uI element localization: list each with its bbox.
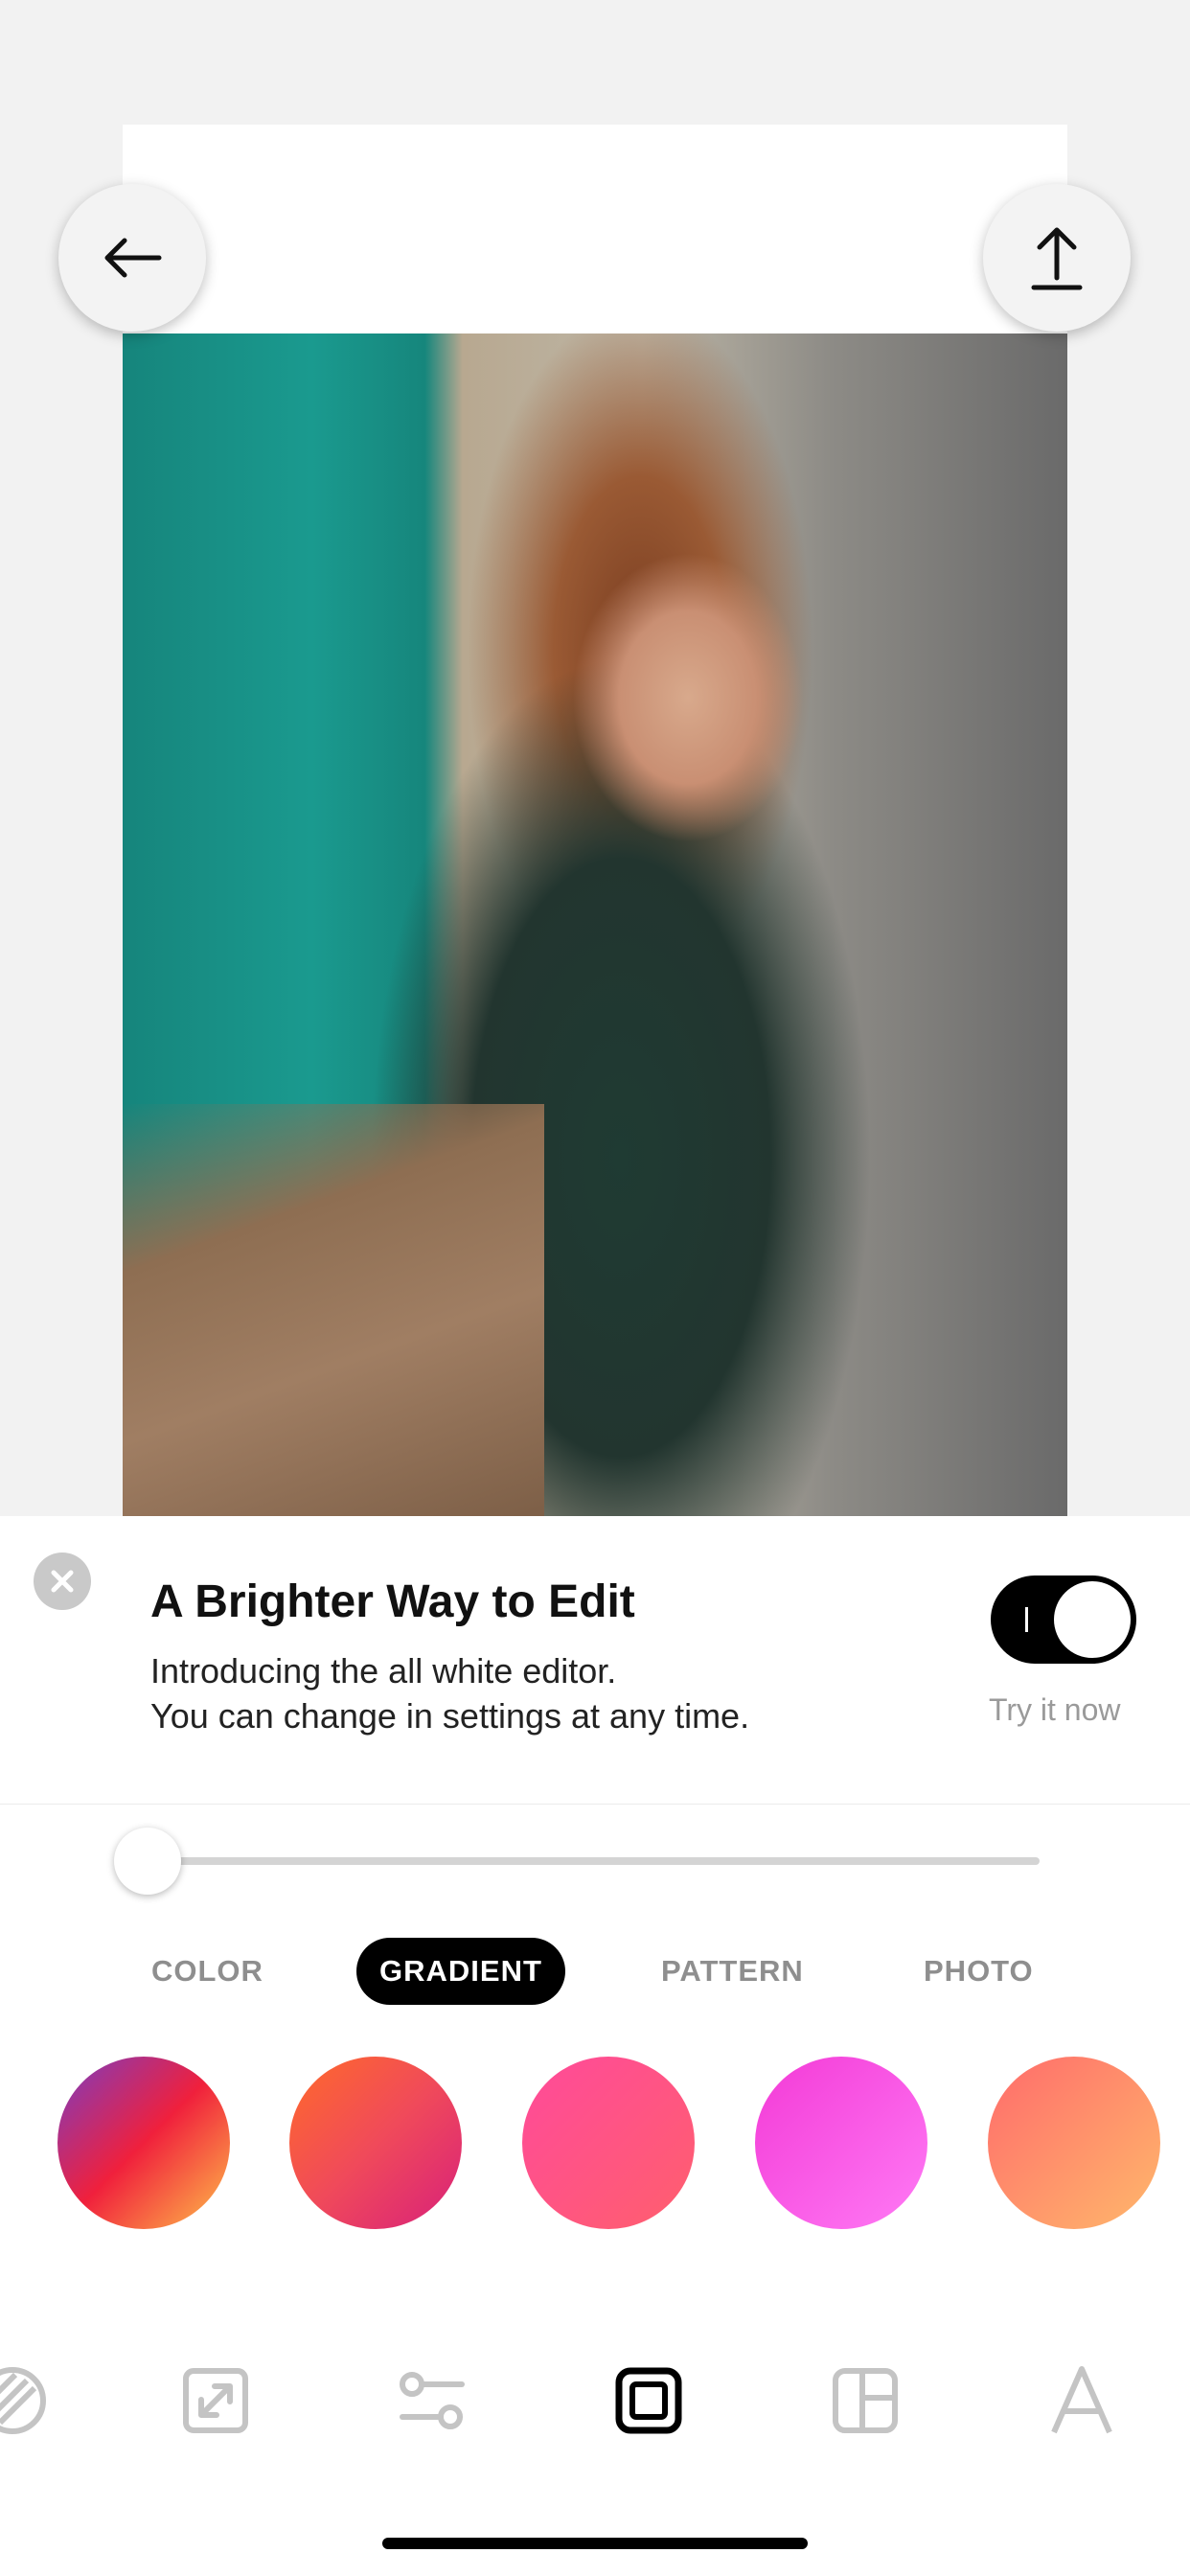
tool-layout[interactable] xyxy=(824,2359,906,2442)
tab-pattern[interactable]: PATTERN xyxy=(661,1938,804,2005)
tab-color[interactable]: COLOR xyxy=(151,1938,263,2005)
try-it-now-label: Try it now xyxy=(989,1692,1121,1727)
arrow-left-icon xyxy=(104,238,162,278)
close-banner-button[interactable] xyxy=(34,1552,91,1610)
banner-description: Introducing the all white editor. You ca… xyxy=(150,1648,749,1738)
home-indicator xyxy=(382,2538,808,2549)
photo-wall-detail xyxy=(123,1104,544,1516)
tool-adjust[interactable] xyxy=(391,2359,473,2442)
adjust-icon xyxy=(400,2372,465,2429)
photo-image[interactable] xyxy=(123,334,1067,1516)
gradient-swatch-3[interactable] xyxy=(522,2057,695,2229)
banner-line-1: Introducing the all white editor. xyxy=(150,1651,617,1690)
toggle-on-mark xyxy=(1025,1607,1028,1632)
toggle-knob xyxy=(1054,1581,1131,1658)
share-button[interactable] xyxy=(983,184,1131,332)
intro-banner: A Brighter Way to Edit Introducing the a… xyxy=(0,1516,1190,1805)
gradient-swatch-2[interactable] xyxy=(289,2057,462,2229)
gradient-swatch-5[interactable] xyxy=(988,2057,1160,2229)
white-editor-toggle[interactable] xyxy=(991,1576,1136,1664)
tool-resize[interactable] xyxy=(174,2359,257,2442)
canvas-area xyxy=(0,0,1190,1516)
tool-filter[interactable] xyxy=(0,2359,54,2442)
gradient-swatch-4[interactable] xyxy=(755,2057,927,2229)
text-icon xyxy=(1051,2366,1112,2434)
editor-panel: A Brighter Way to Edit Introducing the a… xyxy=(0,1516,1190,2576)
resize-icon xyxy=(183,2368,248,2433)
banner-line-2: You can change in settings at any time. xyxy=(150,1696,750,1736)
filter-icon xyxy=(0,2367,46,2434)
tab-gradient[interactable]: GRADIENT xyxy=(356,1938,565,2005)
intensity-slider-track[interactable] xyxy=(149,1857,1040,1865)
gradient-swatch-1[interactable] xyxy=(57,2057,230,2229)
tool-border[interactable] xyxy=(607,2359,690,2442)
tool-text[interactable] xyxy=(1041,2359,1123,2442)
layout-icon xyxy=(833,2368,898,2433)
tab-photo[interactable]: PHOTO xyxy=(924,1938,1034,2005)
intensity-slider-handle[interactable] xyxy=(114,1828,181,1895)
banner-title: A Brighter Way to Edit xyxy=(150,1576,635,1627)
back-button[interactable] xyxy=(58,184,206,332)
border-icon xyxy=(615,2367,682,2434)
close-icon xyxy=(51,1570,74,1593)
share-upload-icon xyxy=(1031,227,1083,290)
